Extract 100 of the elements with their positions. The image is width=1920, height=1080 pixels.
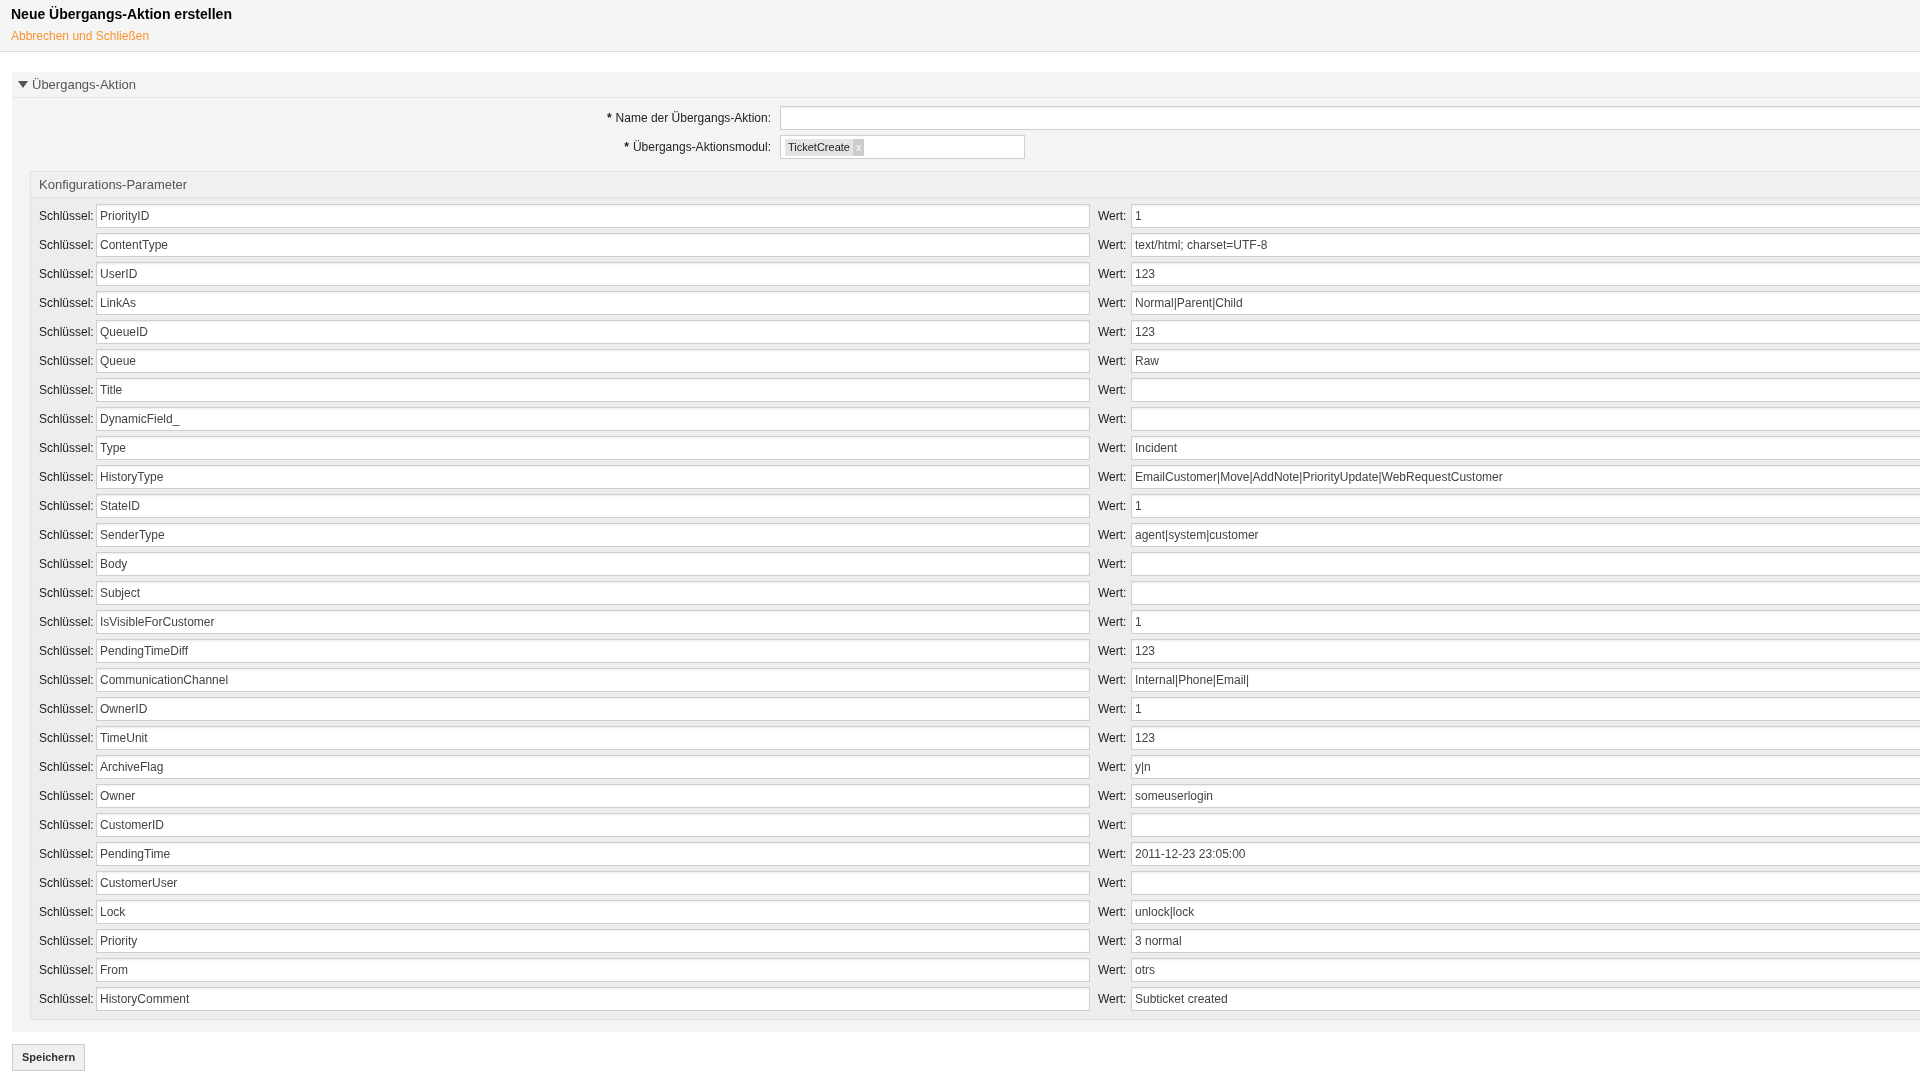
- value-input[interactable]: Normal|Parent|Child: [1131, 291, 1920, 315]
- value-input[interactable]: 2011-12-23 23:05:00: [1131, 842, 1920, 866]
- value-input[interactable]: 123: [1131, 639, 1920, 663]
- value-label: Wert:: [1098, 817, 1128, 834]
- section-header[interactable]: Übergangs-Aktion: [12, 72, 1920, 98]
- value-label: Wert:: [1098, 498, 1128, 515]
- key-label: Schlüssel:: [39, 353, 95, 370]
- key-label: Schlüssel:: [39, 614, 95, 631]
- key-input[interactable]: CommunicationChannel: [96, 668, 1090, 692]
- value-label: Wert:: [1098, 585, 1128, 602]
- value-input[interactable]: 123: [1131, 262, 1920, 286]
- value-label: Wert:: [1098, 614, 1128, 631]
- key-label: Schlüssel:: [39, 556, 95, 573]
- value-input[interactable]: [1131, 871, 1920, 895]
- value-input[interactable]: otrs: [1131, 958, 1920, 982]
- value-input[interactable]: 1: [1131, 204, 1920, 228]
- key-input[interactable]: Subject: [96, 581, 1090, 605]
- required-marker: *: [606, 110, 612, 127]
- key-label: Schlüssel:: [39, 382, 95, 399]
- value-input[interactable]: 123: [1131, 726, 1920, 750]
- key-input[interactable]: Body: [96, 552, 1090, 576]
- key-input[interactable]: CustomerID: [96, 813, 1090, 837]
- value-label: Wert:: [1098, 788, 1128, 805]
- key-input[interactable]: UserID: [96, 262, 1090, 286]
- value-label: Wert:: [1098, 875, 1128, 892]
- key-input[interactable]: Type: [96, 436, 1090, 460]
- key-label: Schlüssel:: [39, 904, 95, 921]
- section-title: Übergangs-Aktion: [32, 75, 137, 94]
- value-input[interactable]: 3 normal: [1131, 929, 1920, 953]
- key-input[interactable]: TimeUnit: [96, 726, 1090, 750]
- key-input[interactable]: Priority: [96, 929, 1090, 953]
- key-input[interactable]: ContentType: [96, 233, 1090, 257]
- key-label: Schlüssel:: [39, 208, 95, 225]
- value-input[interactable]: text/html; charset=UTF-8: [1131, 233, 1920, 257]
- key-label: Schlüssel:: [39, 846, 95, 863]
- value-input[interactable]: EmailCustomer|Move|AddNote|PriorityUpdate|WebRequestCustomer: [1131, 465, 1920, 489]
- value-input[interactable]: [1131, 581, 1920, 605]
- value-label: Wert:: [1098, 672, 1128, 689]
- value-input[interactable]: [1131, 552, 1920, 576]
- collapse-caret-icon[interactable]: [18, 81, 28, 88]
- value-label: Wert:: [1098, 643, 1128, 660]
- key-label: Schlüssel:: [39, 991, 95, 1008]
- key-input[interactable]: CustomerUser: [96, 871, 1090, 895]
- key-input[interactable]: PriorityID: [96, 204, 1090, 228]
- key-label: Schlüssel:: [39, 324, 95, 341]
- key-input[interactable]: Lock: [96, 900, 1090, 924]
- key-label: Schlüssel:: [39, 440, 95, 457]
- value-input[interactable]: Internal|Phone|Email|: [1131, 668, 1920, 692]
- key-input[interactable]: SenderType: [96, 523, 1090, 547]
- value-input[interactable]: 1: [1131, 494, 1920, 518]
- key-input[interactable]: Queue: [96, 349, 1090, 373]
- key-input[interactable]: IsVisibleForCustomer: [96, 610, 1090, 634]
- value-input[interactable]: someuserlogin: [1131, 784, 1920, 808]
- key-input[interactable]: ArchiveFlag: [96, 755, 1090, 779]
- key-label: Schlüssel:: [39, 527, 95, 544]
- key-label: Schlüssel:: [39, 875, 95, 892]
- key-input[interactable]: OwnerID: [96, 697, 1090, 721]
- value-label: Wert:: [1098, 324, 1128, 341]
- key-label: Schlüssel:: [39, 643, 95, 660]
- value-input[interactable]: Incident: [1131, 436, 1920, 460]
- value-label: Wert:: [1098, 759, 1128, 776]
- field-label: Übergangs-Aktionsmodul:: [632, 139, 771, 156]
- key-input[interactable]: DynamicField_: [96, 407, 1090, 431]
- key-label: Schlüssel:: [39, 295, 95, 312]
- value-input[interactable]: [1131, 813, 1920, 837]
- value-label: Wert:: [1098, 353, 1128, 370]
- value-input[interactable]: agent|system|customer: [1131, 523, 1920, 547]
- key-label: Schlüssel:: [39, 585, 95, 602]
- value-input[interactable]: 123: [1131, 320, 1920, 344]
- key-input[interactable]: From: [96, 958, 1090, 982]
- value-label: Wert:: [1098, 527, 1128, 544]
- key-label: Schlüssel:: [39, 469, 95, 486]
- value-input[interactable]: 1: [1131, 697, 1920, 721]
- key-label: Schlüssel:: [39, 237, 95, 254]
- key-input[interactable]: StateID: [96, 494, 1090, 518]
- value-input[interactable]: 1: [1131, 610, 1920, 634]
- key-input[interactable]: HistoryComment: [96, 987, 1090, 1011]
- value-label: Wert:: [1098, 962, 1128, 979]
- name-input[interactable]: [780, 106, 1920, 130]
- key-input[interactable]: HistoryType: [96, 465, 1090, 489]
- value-input[interactable]: Raw: [1131, 349, 1920, 373]
- key-input[interactable]: LinkAs: [96, 291, 1090, 315]
- field-label: Name der Übergangs-Aktion:: [615, 110, 771, 127]
- value-input[interactable]: [1131, 407, 1920, 431]
- key-label: Schlüssel:: [39, 701, 95, 718]
- value-input[interactable]: unlock|lock: [1131, 900, 1920, 924]
- key-input[interactable]: QueueID: [96, 320, 1090, 344]
- value-input[interactable]: [1131, 378, 1920, 402]
- key-input[interactable]: Title: [96, 378, 1090, 402]
- key-label: Schlüssel:: [39, 962, 95, 979]
- value-label: Wert:: [1098, 469, 1128, 486]
- value-input[interactable]: Subticket created: [1131, 987, 1920, 1011]
- value-label: Wert:: [1098, 933, 1128, 950]
- key-input[interactable]: PendingTime: [96, 842, 1090, 866]
- value-label: Wert:: [1098, 382, 1128, 399]
- save-button[interactable]: Speichern: [12, 1044, 86, 1071]
- key-input[interactable]: Owner: [96, 784, 1090, 808]
- key-input[interactable]: PendingTimeDiff: [96, 639, 1090, 663]
- value-label: Wert:: [1098, 730, 1128, 747]
- value-input[interactable]: y|n: [1131, 755, 1920, 779]
